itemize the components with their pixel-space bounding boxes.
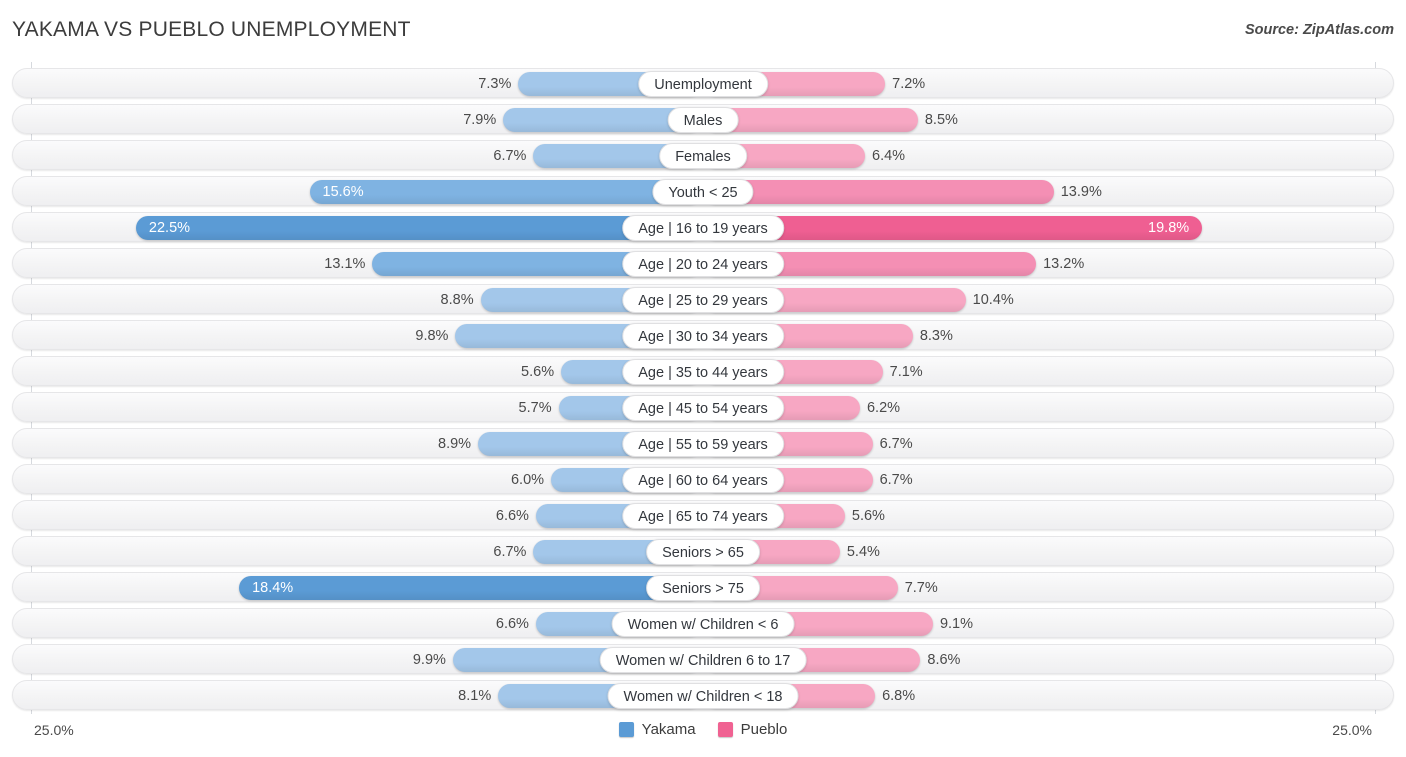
table-row: 13.1% 13.2% Age | 20 to 24 years — [12, 248, 1394, 278]
legend-label: Pueblo — [740, 721, 788, 738]
value-label-yakama: 6.7% — [493, 544, 527, 560]
legend-item-yakama[interactable]: Yakama — [618, 721, 696, 738]
table-row: 6.6% 5.6% Age | 65 to 74 years — [12, 500, 1394, 530]
bar-yakama — [309, 180, 702, 204]
value-label-yakama: 22.5% — [148, 220, 191, 236]
table-row: 6.6% 9.1% Women w/ Children < 6 — [12, 608, 1394, 638]
value-label-yakama: 13.1% — [324, 256, 366, 272]
value-label-pueblo: 5.6% — [851, 508, 885, 524]
table-row: 8.8% 10.4% Age | 25 to 29 years — [12, 284, 1394, 314]
category-label: Age | 25 to 29 years — [622, 287, 784, 313]
category-label: Seniors > 75 — [646, 575, 760, 601]
value-label-pueblo: 7.7% — [904, 580, 938, 596]
table-row: 5.7% 6.2% Age | 45 to 54 years — [12, 392, 1394, 422]
category-label: Females — [659, 143, 747, 169]
category-label: Age | 45 to 54 years — [622, 395, 784, 421]
table-row: 7.9% 8.5% Males — [12, 104, 1394, 134]
value-label-yakama: 7.9% — [463, 112, 497, 128]
category-label: Age | 35 to 44 years — [622, 359, 784, 385]
value-label-yakama: 6.7% — [493, 148, 527, 164]
value-label-pueblo: 7.1% — [889, 364, 923, 380]
value-label-pueblo: 13.2% — [1043, 256, 1085, 272]
table-row: 9.9% 8.6% Women w/ Children 6 to 17 — [12, 644, 1394, 674]
category-label: Age | 16 to 19 years — [622, 215, 784, 241]
value-label-pueblo: 9.1% — [939, 616, 974, 632]
bar-pueblo — [704, 180, 1054, 204]
chart-footer: 25.0% 25.0% Yakama Pueblo — [0, 717, 1406, 757]
value-label-pueblo: 6.7% — [879, 436, 913, 452]
category-label: Age | 65 to 74 years — [622, 503, 784, 529]
value-label-pueblo: 7.2% — [892, 76, 926, 92]
value-label-pueblo: 8.5% — [924, 112, 958, 128]
value-label-pueblo: 6.8% — [882, 688, 916, 704]
value-label-pueblo: 8.3% — [919, 328, 953, 344]
value-label-pueblo: 10.4% — [972, 292, 1014, 308]
table-row: 7.3% 7.2% Unemployment — [12, 68, 1394, 98]
category-label: Women w/ Children < 18 — [607, 683, 799, 709]
category-label: Unemployment — [638, 71, 768, 97]
value-label-pueblo: 13.9% — [1060, 184, 1102, 200]
value-label-yakama: 5.7% — [518, 400, 552, 416]
table-row: 5.6% 7.1% Age | 35 to 44 years — [12, 356, 1394, 386]
value-label-yakama: 5.6% — [521, 364, 555, 380]
value-label-yakama: 6.6% — [495, 508, 529, 524]
bar-yakama — [239, 576, 702, 600]
chart-header: YAKAMA VS PUEBLO UNEMPLOYMENT Source: Zi… — [0, 0, 1406, 62]
category-label: Age | 20 to 24 years — [622, 251, 784, 277]
category-label: Seniors > 65 — [646, 539, 760, 565]
table-row: 9.8% 8.3% Age | 30 to 34 years — [12, 320, 1394, 350]
category-label: Males — [667, 107, 739, 133]
category-label: Age | 60 to 64 years — [622, 467, 784, 493]
table-row: 8.1% 6.8% Women w/ Children < 18 — [12, 680, 1394, 710]
table-row: 6.7% 6.4% Females — [12, 140, 1394, 170]
page-title: YAKAMA VS PUEBLO UNEMPLOYMENT — [12, 18, 411, 41]
chart-plot-area: 7.3% 7.2% Unemployment 7.9% 8.5% Males 6.7% 6.4… — [0, 62, 1406, 717]
table-row: 6.0% 6.7% Age | 60 to 64 years — [12, 464, 1394, 494]
value-label-yakama: 9.9% — [412, 652, 446, 668]
category-label: Age | 55 to 59 years — [622, 431, 784, 457]
category-label: Age | 30 to 34 years — [622, 323, 784, 349]
table-row: 15.6% 13.9% Youth < 25 — [12, 176, 1394, 206]
category-label: Youth < 25 — [652, 179, 754, 205]
value-label-yakama: 8.9% — [438, 436, 472, 452]
bar-yakama — [135, 216, 702, 240]
chart-page: YAKAMA VS PUEBLO UNEMPLOYMENT Source: Zi… — [0, 0, 1406, 757]
value-label-pueblo: 5.4% — [846, 544, 880, 560]
value-label-yakama: 6.6% — [495, 616, 529, 632]
value-label-pueblo: 19.8% — [1148, 220, 1190, 236]
legend-swatch-icon — [618, 722, 634, 737]
source-attribution: Source: ZipAtlas.com — [1244, 22, 1394, 38]
value-label-pueblo: 8.6% — [927, 652, 961, 668]
table-row: 6.7% 5.4% Seniors > 65 — [12, 536, 1394, 566]
legend-label: Yakama — [641, 721, 696, 738]
bar-rows-container: 7.3% 7.2% Unemployment 7.9% 8.5% Males 6.7% 6.4… — [12, 68, 1394, 716]
value-label-pueblo: 6.7% — [879, 472, 913, 488]
legend-swatch-icon — [717, 722, 733, 737]
value-label-yakama: 18.4% — [252, 580, 294, 596]
chart-legend: Yakama Pueblo — [0, 721, 1406, 738]
legend-item-pueblo[interactable]: Pueblo — [717, 721, 788, 738]
table-row: 8.9% 6.7% Age | 55 to 59 years — [12, 428, 1394, 458]
value-label-yakama: 15.6% — [322, 184, 364, 200]
table-row: 22.5% 19.8% Age | 16 to 19 years — [12, 212, 1394, 242]
value-label-yakama: 9.8% — [415, 328, 449, 344]
value-label-yakama: 7.3% — [478, 76, 512, 92]
value-label-pueblo: 6.4% — [872, 148, 906, 164]
value-label-pueblo: 6.2% — [866, 400, 901, 416]
category-label: Women w/ Children < 6 — [611, 611, 795, 637]
category-label: Women w/ Children 6 to 17 — [599, 647, 807, 673]
table-row: 18.4% 7.7% Seniors > 75 — [12, 572, 1394, 602]
value-label-yakama: 6.0% — [510, 472, 545, 488]
value-label-yakama: 8.8% — [440, 292, 474, 308]
value-label-yakama: 8.1% — [458, 688, 492, 704]
